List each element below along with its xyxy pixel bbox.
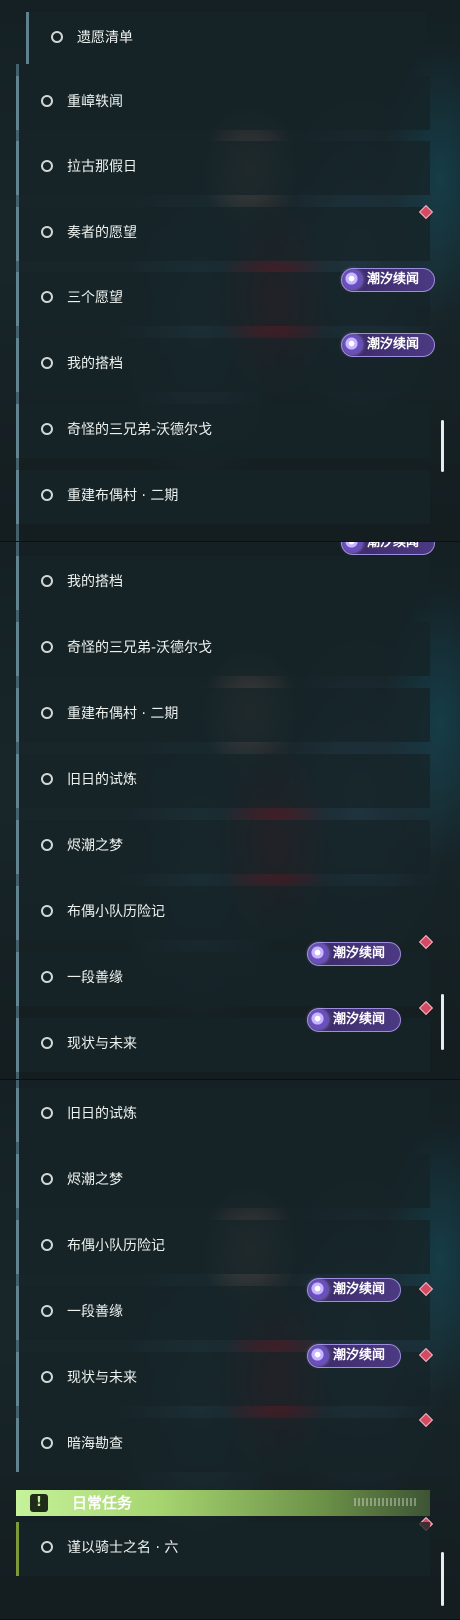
tide-badge-label: 潮汐续闻 xyxy=(333,1012,386,1027)
quest-list-panel-1[interactable]: 遗愿清单 重嶂轶闻 拉古那假日 奏者的愿望 三个愿望 我的搭档 奇怪的三兄弟-沃… xyxy=(0,0,460,542)
circle-outline-icon xyxy=(41,489,53,501)
quest-item-label: 我的搭档 xyxy=(67,574,123,590)
tide-badge: 潮汐续闻 xyxy=(307,1344,401,1368)
quest-item[interactable]: 谨以骑士之名 · 六 xyxy=(16,1522,430,1576)
scrollbar-thumb[interactable] xyxy=(441,994,444,1050)
quest-item-label: 布偶小队历险记 xyxy=(67,1238,165,1254)
quest-item[interactable]: 旧日的试炼 xyxy=(16,1088,430,1142)
circle-outline-icon xyxy=(41,1305,53,1317)
circle-outline-icon xyxy=(41,905,53,917)
tide-badge: 潮汐续闻 xyxy=(307,942,401,966)
tide-badge: 潮汐续闻 xyxy=(341,268,435,292)
quest-item-label: 谨以骑士之名 · 六 xyxy=(67,1540,179,1556)
quest-item-label: 奏者的愿望 xyxy=(67,225,137,241)
quest-item-label: 重嶂轶闻 xyxy=(67,94,123,110)
quest-list-panel-3[interactable]: 旧日的试炼 烬潮之梦 布偶小队历险记 一段善缘 现状与未来 暗海勘查 潮汐续闻 … xyxy=(0,1080,460,1620)
quest-item[interactable]: 拉古那假日 xyxy=(16,141,430,195)
circle-outline-icon xyxy=(41,971,53,983)
quest-item[interactable]: 重建布偶村 · 二期 xyxy=(16,688,430,742)
circle-outline-icon xyxy=(41,575,53,587)
quest-item-label: 暗海勘查 xyxy=(67,1436,123,1452)
tide-swirl-icon xyxy=(343,270,362,289)
quest-item[interactable]: 旧日的试炼 xyxy=(16,754,430,808)
quest-item[interactable]: 遗愿清单 xyxy=(26,12,426,64)
circle-outline-icon xyxy=(41,357,53,369)
quest-item[interactable]: 暗海勘查 xyxy=(16,1418,430,1472)
circle-outline-icon xyxy=(41,160,53,172)
quest-item-label: 布偶小队历险记 xyxy=(67,904,165,920)
circle-outline-icon xyxy=(41,1107,53,1119)
quest-item-label: 旧日的试炼 xyxy=(67,1106,137,1122)
circle-outline-icon xyxy=(41,1541,53,1553)
quest-item-label: 重建布偶村 · 二期 xyxy=(67,706,179,722)
section-header-daily[interactable]: ! 日常任务 xyxy=(16,1490,430,1516)
quest-item[interactable]: 奇怪的三兄弟-沃德尔戈 xyxy=(16,622,430,676)
circle-outline-icon xyxy=(41,1173,53,1185)
tide-badge: 潮汐续闻 xyxy=(341,333,435,357)
circle-outline-icon xyxy=(41,839,53,851)
quest-item-label: 三个愿望 xyxy=(67,290,123,306)
circle-outline-icon xyxy=(51,31,63,43)
tide-swirl-icon xyxy=(309,1280,328,1299)
quest-item[interactable]: 布偶小队历险记 xyxy=(16,1220,430,1274)
quest-item-label: 拉古那假日 xyxy=(67,159,137,175)
circle-outline-icon xyxy=(41,1037,53,1049)
quest-item-label: 遗愿清单 xyxy=(77,30,133,46)
quest-item[interactable]: 烬潮之梦 xyxy=(16,1154,430,1208)
circle-outline-icon xyxy=(41,291,53,303)
quest-item[interactable]: 奇怪的三兄弟-沃德尔戈 xyxy=(16,404,430,458)
circle-outline-icon xyxy=(41,641,53,653)
circle-outline-icon xyxy=(41,1437,53,1449)
circle-outline-icon xyxy=(41,226,53,238)
circle-outline-icon xyxy=(41,1371,53,1383)
quest-item-label: 现状与未来 xyxy=(67,1370,137,1386)
quest-item[interactable]: 奏者的愿望 xyxy=(16,207,430,261)
quest-item-label: 旧日的试炼 xyxy=(67,772,137,788)
quest-item-label: 现状与未来 xyxy=(67,1036,137,1052)
tide-badge: 潮汐续闻 xyxy=(307,1278,401,1302)
quest-item[interactable]: 布偶小队历险记 xyxy=(16,886,430,940)
scrollbar-thumb[interactable] xyxy=(441,1552,444,1606)
tide-swirl-icon xyxy=(309,944,328,963)
quest-item[interactable]: 烬潮之梦 xyxy=(16,820,430,874)
quest-item-label: 一段善缘 xyxy=(67,970,123,986)
tide-badge: 潮汐续闻 xyxy=(307,1008,401,1032)
quest-item-label: 奇怪的三兄弟-沃德尔戈 xyxy=(67,640,213,656)
circle-outline-icon xyxy=(41,423,53,435)
quest-item[interactable]: 重嶂轶闻 xyxy=(16,76,430,130)
quest-item-label: 烬潮之梦 xyxy=(67,1172,123,1188)
quest-item-label: 一段善缘 xyxy=(67,1304,123,1320)
tide-badge-label: 潮汐续闻 xyxy=(333,1282,386,1297)
tide-swirl-icon xyxy=(309,1010,328,1029)
quest-item-label: 重建布偶村 · 二期 xyxy=(67,488,179,504)
tide-swirl-icon xyxy=(343,542,362,552)
header-decoration xyxy=(354,1498,416,1506)
quest-item[interactable]: 重建布偶村 · 二期 xyxy=(16,470,430,524)
tide-swirl-icon xyxy=(309,1346,328,1365)
circle-outline-icon xyxy=(41,1239,53,1251)
quest-item[interactable]: 我的搭档 xyxy=(16,556,430,610)
quest-item-label: 烬潮之梦 xyxy=(67,838,123,854)
exclamation-icon: ! xyxy=(30,1494,48,1512)
tide-badge-label: 潮汐续闻 xyxy=(367,337,420,352)
scrollbar-thumb[interactable] xyxy=(441,420,444,472)
quest-item-label: 我的搭档 xyxy=(67,356,123,372)
circle-outline-icon xyxy=(41,95,53,107)
tide-badge-label: 潮汐续闻 xyxy=(367,272,420,287)
section-title: 日常任务 xyxy=(72,1494,133,1512)
quest-item-label: 奇怪的三兄弟-沃德尔戈 xyxy=(67,422,213,438)
circle-outline-icon xyxy=(41,707,53,719)
circle-outline-icon xyxy=(41,773,53,785)
tide-badge-label: 潮汐续闻 xyxy=(333,946,386,961)
tide-swirl-icon xyxy=(343,335,362,354)
quest-list-panel-2[interactable]: 潮汐续闻 我的搭档 奇怪的三兄弟-沃德尔戈 重建布偶村 · 二期 旧日的试炼 烬… xyxy=(0,542,460,1080)
tide-badge-label: 潮汐续闻 xyxy=(367,542,420,550)
tide-badge: 潮汐续闻 xyxy=(341,542,435,555)
tide-badge-label: 潮汐续闻 xyxy=(333,1348,386,1363)
